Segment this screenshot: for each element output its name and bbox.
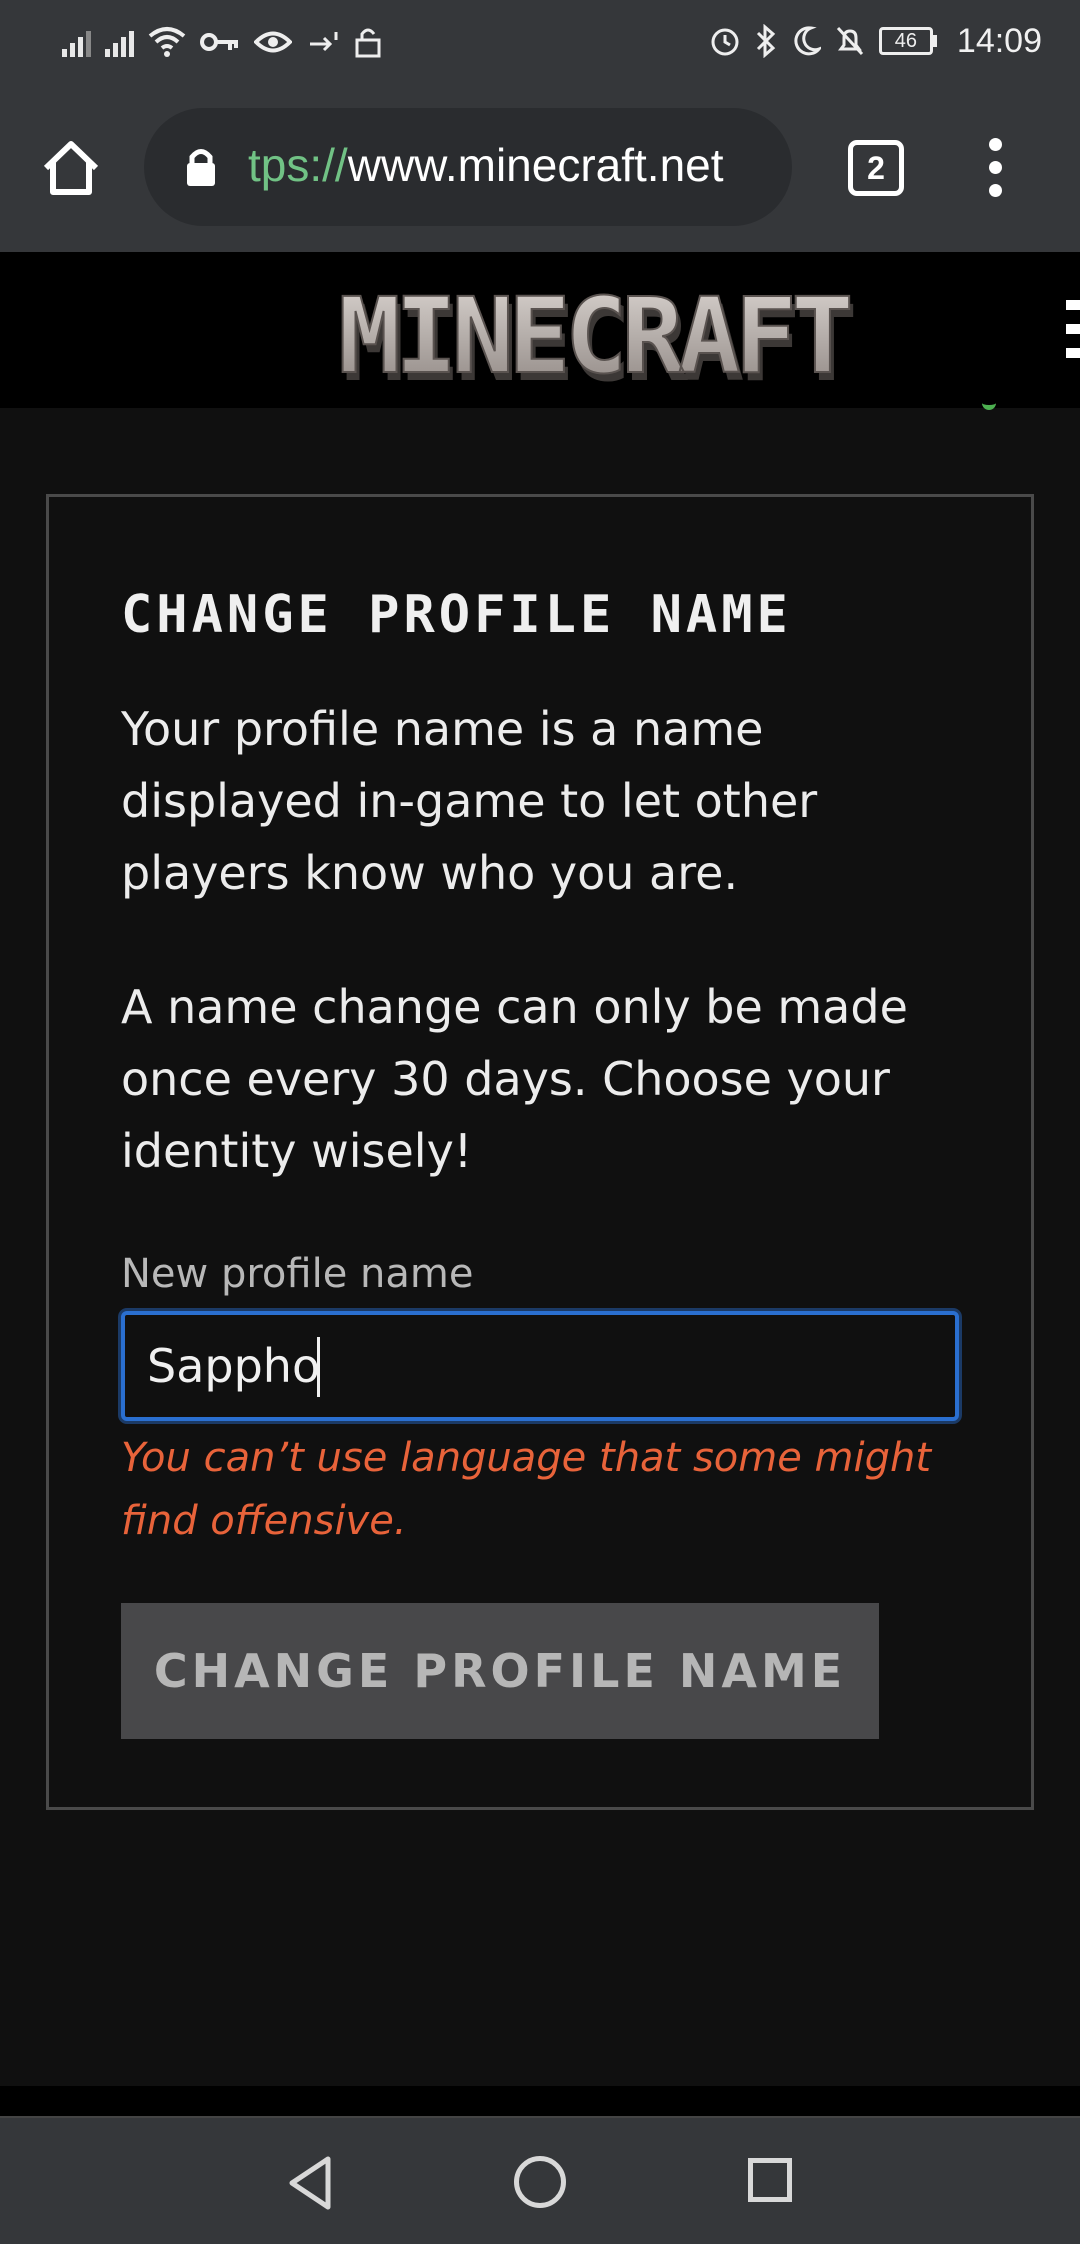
signal-icon: [62, 27, 91, 57]
signal-icon-2: [105, 27, 134, 57]
status-icons-left: [62, 22, 382, 62]
browser-toolbar: tps://www.minecraft.net 2: [0, 82, 1080, 252]
tab-switcher-button[interactable]: 2: [848, 140, 904, 196]
home-nav-icon[interactable]: [514, 2156, 566, 2208]
recent-apps-icon[interactable]: [748, 2158, 792, 2202]
url-scheme: tps://: [248, 139, 348, 191]
data-transfer-icon: [310, 32, 338, 52]
validation-error: You can’t use language that some might f…: [121, 1435, 932, 1544]
card-title: CHANGE PROFILE NAME: [121, 585, 792, 645]
profile-name-input[interactable]: [121, 1311, 959, 1421]
battery-icon: 46: [878, 27, 937, 55]
description-paragraph-1: Your profile name is a name displayed in…: [121, 702, 818, 900]
site-header: MINECRAFT MINECRAFT: [0, 252, 1080, 408]
notifications-off-icon: [836, 26, 864, 56]
eye-icon: [254, 31, 292, 53]
wifi-icon: [148, 27, 186, 57]
alarm-icon: [711, 28, 739, 56]
address-bar[interactable]: tps://www.minecraft.net: [144, 108, 792, 226]
battery-level: 46: [894, 29, 918, 52]
profile-name-label: New profile name: [121, 1251, 474, 1297]
site-menu-icon[interactable]: [1066, 300, 1080, 366]
vpn-key-icon: [200, 33, 238, 51]
url-text: tps://www.minecraft.net: [248, 138, 724, 192]
page-footer-edge: [0, 2086, 1080, 2116]
partial-link-glyph: [982, 400, 996, 410]
status-bar: 46 14:09: [0, 0, 1080, 82]
minecraft-logo[interactable]: MINECRAFT MINECRAFT: [258, 280, 928, 388]
logo-text: MINECRAFT: [338, 280, 850, 388]
change-profile-name-card: CHANGE PROFILE NAME Your profile name is…: [46, 494, 1034, 1810]
system-navigation-bar: [0, 2116, 1080, 2244]
moon-icon: [794, 26, 821, 56]
description-paragraph-2: A name change can only be made once ever…: [121, 980, 908, 1178]
url-host: www.minecraft.net: [347, 139, 724, 191]
home-icon[interactable]: [40, 138, 102, 198]
back-icon[interactable]: [284, 2154, 336, 2212]
lock-icon: [187, 149, 215, 186]
bluetooth-icon: [756, 24, 776, 58]
text-caret: [317, 1337, 320, 1397]
unlock-icon: [355, 28, 381, 58]
more-options-icon[interactable]: [980, 138, 1010, 198]
change-profile-name-button[interactable]: CHANGE PROFILE NAME: [121, 1603, 879, 1739]
clock: 14:09: [956, 21, 1042, 60]
status-icons-right: 46 14:09: [709, 18, 1042, 64]
